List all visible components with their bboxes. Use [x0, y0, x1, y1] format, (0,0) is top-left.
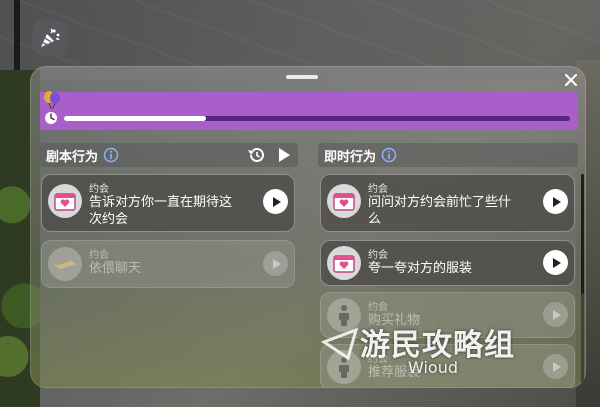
- scripted-actions-title: 剧本行为: [46, 149, 99, 165]
- history-icon[interactable]: [246, 146, 266, 168]
- play-button[interactable]: [543, 250, 568, 275]
- panel-grab-handle[interactable]: [286, 75, 318, 79]
- close-button[interactable]: [562, 71, 580, 89]
- background-pole: [14, 0, 20, 70]
- party-popper-button[interactable]: [32, 20, 68, 56]
- action-category: 约会: [89, 250, 109, 261]
- action-label: 购买礼物: [368, 313, 421, 328]
- play-button: [543, 302, 568, 327]
- play-button: [263, 251, 288, 276]
- clock-icon: [44, 110, 58, 129]
- play-icon: [552, 196, 561, 207]
- action-category: 约会: [368, 354, 388, 365]
- action-label: 依偎聊天: [89, 261, 142, 276]
- action-label: 推荐服装: [368, 365, 421, 380]
- action-label: 告诉对方你一直在期待这 次约会: [89, 195, 233, 227]
- interaction-panel: 剧本行为 即时行为 约会 告诉对方你一直在期待这 次约会 约会 依偎聊天 约会 …: [30, 66, 586, 388]
- action-category: 约会: [89, 184, 109, 195]
- calendar-heart-icon: [48, 184, 82, 218]
- play-button: [543, 354, 568, 379]
- need-progress-fill: [64, 116, 206, 121]
- scrollbar-thumb[interactable]: [581, 174, 584, 294]
- info-icon[interactable]: [103, 147, 119, 163]
- info-icon[interactable]: [381, 147, 397, 163]
- play-icon: [552, 257, 561, 268]
- cuddle-icon: [48, 247, 82, 281]
- play-icon: [272, 258, 281, 269]
- close-icon: [565, 74, 577, 86]
- action-label: 问问对方约会前忙了些什 么: [368, 195, 512, 227]
- action-label: 夸一夸对方的服装: [368, 261, 473, 276]
- person-icon: [327, 298, 361, 332]
- action-category: 约会: [368, 250, 388, 261]
- action-category: 约会: [368, 184, 388, 195]
- party-popper-icon: [41, 28, 60, 47]
- scripted-actions-header: 剧本行为: [40, 143, 298, 167]
- instant-action-card-disabled: 约会 推荐服装: [320, 344, 575, 388]
- instant-action-card-disabled: 约会 购买礼物: [320, 292, 575, 338]
- play-all-icon[interactable]: [276, 147, 292, 167]
- need-meter: [40, 91, 578, 130]
- scripted-action-card-disabled: 约会 依偎聊天: [41, 240, 295, 288]
- calendar-heart-icon: [327, 184, 361, 218]
- instant-actions-header: 即时行为: [318, 143, 578, 167]
- person-icon: [327, 350, 361, 384]
- action-category: 约会: [368, 302, 388, 313]
- play-button[interactable]: [263, 189, 288, 214]
- instant-action-card[interactable]: 约会 问问对方约会前忙了些什 么: [320, 174, 575, 232]
- scripted-action-card[interactable]: 约会 告诉对方你一直在期待这 次约会: [41, 174, 295, 232]
- need-progress-track: [64, 116, 570, 121]
- play-icon: [552, 309, 561, 320]
- instant-actions-scrollbar[interactable]: [581, 174, 584, 384]
- play-icon: [552, 361, 561, 372]
- play-button[interactable]: [543, 189, 568, 214]
- instant-actions-title: 即时行为: [324, 149, 377, 165]
- instant-action-card[interactable]: 约会 夸一夸对方的服装: [320, 240, 575, 286]
- calendar-heart-icon: [327, 246, 361, 280]
- play-icon: [272, 196, 281, 207]
